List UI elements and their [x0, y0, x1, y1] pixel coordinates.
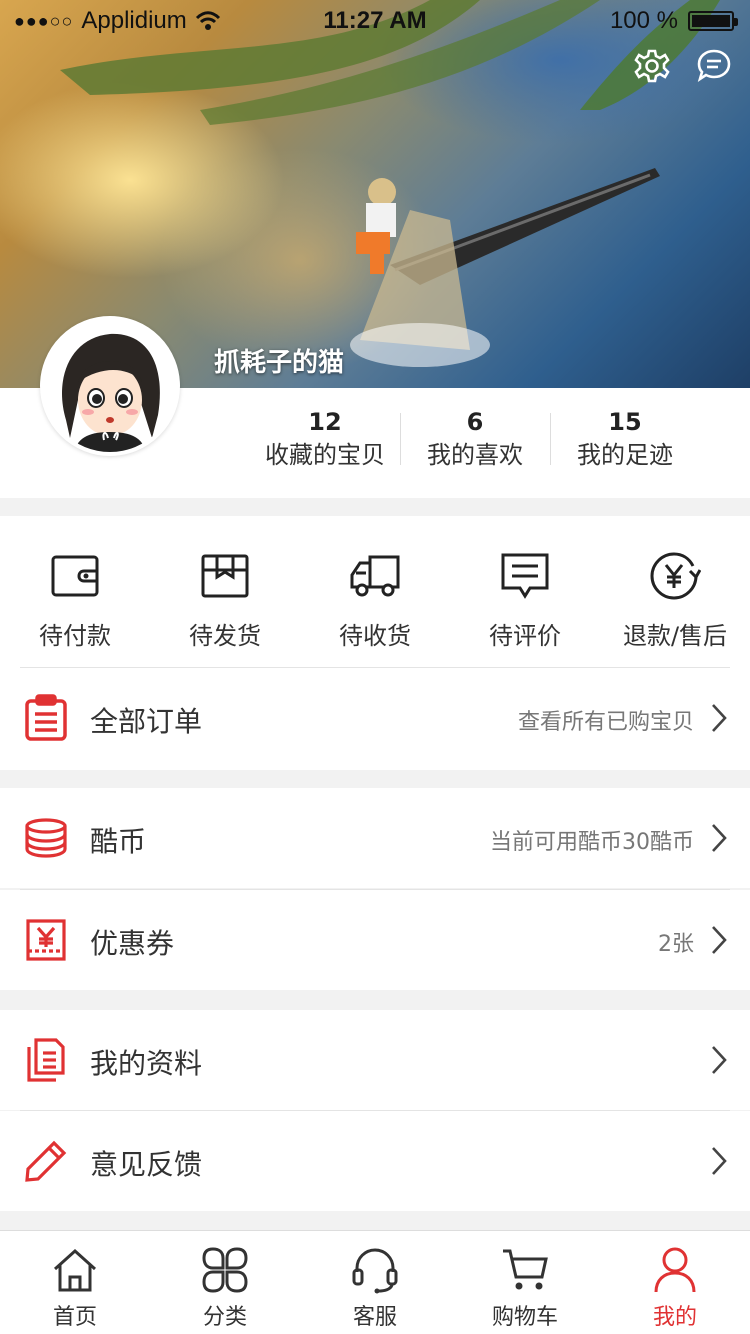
- chevron-right-icon: [712, 704, 727, 732]
- stat-value: 12: [308, 408, 342, 436]
- row-subtitle: 当前可用酷币30酷币: [490, 830, 694, 855]
- divider: [20, 1110, 730, 1111]
- user-icon: [654, 1247, 696, 1293]
- category-icon: [202, 1247, 248, 1293]
- stat-label: 收藏的宝贝: [265, 441, 385, 469]
- tab-home[interactable]: 首页: [0, 1231, 150, 1334]
- settings-button[interactable]: [634, 48, 670, 84]
- battery-percent: 100 %: [609, 7, 678, 34]
- order-pending-review[interactable]: 待评价: [450, 546, 600, 656]
- battery-icon: [688, 11, 738, 31]
- chevron-right-icon: [712, 1147, 727, 1175]
- gear-icon: [634, 49, 670, 83]
- all-orders-row[interactable]: 全部订单 查看所有已购宝贝: [0, 668, 750, 768]
- order-refund[interactable]: 退款/售后: [600, 546, 750, 656]
- divider: [20, 889, 730, 890]
- chevron-right-icon: [712, 1046, 727, 1074]
- messages-button[interactable]: [696, 48, 732, 84]
- tab-category[interactable]: 分类: [150, 1231, 300, 1334]
- stat-label: 我的喜欢: [427, 441, 523, 469]
- headset-icon: [352, 1248, 398, 1294]
- order-status-label: 待收货: [339, 622, 411, 650]
- refund-icon: [650, 552, 701, 600]
- row-subtitle: 查看所有已购宝贝: [517, 710, 694, 735]
- row-title: 意见反馈: [90, 1148, 203, 1181]
- truck-icon: [350, 555, 400, 597]
- status-bar: ●●●○○ Applidium 11:27 AM 100 %: [0, 0, 750, 40]
- my-profile-row[interactable]: 我的资料: [0, 1010, 750, 1110]
- cart-icon: [503, 1249, 548, 1290]
- order-pending-payment[interactable]: 待付款: [0, 546, 150, 656]
- row-subtitle: 2张: [658, 932, 694, 957]
- coins-row[interactable]: 酷币 当前可用酷币30酷币: [0, 788, 750, 888]
- pencil-icon: [25, 1140, 67, 1182]
- clipboard-list-icon: [25, 694, 67, 741]
- tab-label: 客服: [352, 1305, 397, 1330]
- username: 抓耗子的猫: [214, 348, 345, 378]
- tab-label: 首页: [52, 1305, 97, 1330]
- stat-footprints[interactable]: 15 我的足迹: [550, 405, 700, 475]
- order-pending-receipt[interactable]: 待收货: [300, 546, 450, 656]
- stat-label: 我的足迹: [577, 441, 673, 469]
- tab-label: 购物车: [491, 1305, 558, 1330]
- order-status-label: 退款/售后: [622, 622, 728, 650]
- avatar[interactable]: [40, 316, 180, 456]
- chat-bubble-icon: [697, 49, 731, 83]
- chevron-right-icon: [712, 824, 727, 852]
- tab-cart[interactable]: 购物车: [450, 1231, 600, 1334]
- chevron-right-icon: [712, 926, 727, 954]
- tab-label: 我的: [652, 1305, 697, 1330]
- order-status-label: 待付款: [39, 622, 111, 650]
- tab-me[interactable]: 我的: [600, 1231, 750, 1334]
- feedback-row[interactable]: 意见反馈: [0, 1111, 750, 1211]
- coupons-row[interactable]: 优惠券 2张: [0, 890, 750, 990]
- row-title: 酷币: [90, 825, 147, 858]
- row-title: 我的资料: [90, 1047, 203, 1080]
- order-status-row: 待付款 待发货 待收货 待评价 退款/售后: [0, 546, 750, 656]
- tab-label: 分类: [202, 1305, 247, 1330]
- avatar-illustration: [44, 320, 176, 452]
- package-icon: [201, 554, 249, 598]
- bottom-tab-bar: 首页 分类 客服 购物车 我的: [0, 1230, 750, 1334]
- order-status-label: 待发货: [189, 622, 261, 650]
- coupon-icon: [26, 919, 66, 961]
- wallet-icon: [51, 555, 99, 597]
- stat-value: 6: [466, 408, 484, 436]
- tab-service[interactable]: 客服: [300, 1231, 450, 1334]
- order-status-label: 待评价: [489, 622, 561, 650]
- stat-value: 15: [608, 408, 642, 436]
- coins-icon: [25, 818, 67, 858]
- profile-stats: 12 收藏的宝贝 6 我的喜欢 15 我的足迹: [250, 405, 750, 475]
- home-icon: [53, 1248, 97, 1292]
- stat-likes[interactable]: 6 我的喜欢: [400, 405, 550, 475]
- document-icon: [27, 1038, 65, 1082]
- order-pending-shipment[interactable]: 待发货: [150, 546, 300, 656]
- row-title: 全部订单: [90, 705, 203, 738]
- row-title: 优惠券: [90, 927, 175, 960]
- stat-favorites[interactable]: 12 收藏的宝贝: [250, 405, 400, 475]
- comment-icon: [501, 553, 549, 599]
